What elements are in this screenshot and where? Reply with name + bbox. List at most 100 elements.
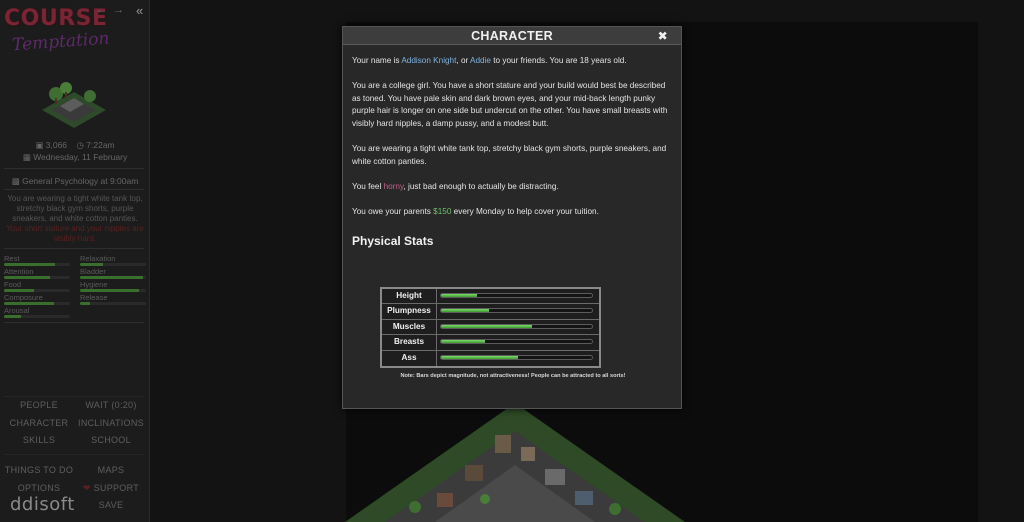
money-value: 3,066 [45, 140, 68, 150]
dialog-body: Your name is Addison Knight, or Addie to… [343, 45, 681, 247]
date-value: Wednesday, 11 February [33, 152, 128, 162]
meter-food: Food [4, 280, 70, 292]
next-class-readout: ▩ General Psychology at 9:00am [0, 176, 150, 187]
heart-icon: ❤ [82, 483, 91, 493]
forward-arrow-icon[interactable]: → [113, 4, 124, 16]
skills-button[interactable]: SKILLS [4, 435, 74, 445]
meter-track [80, 302, 146, 305]
intro-pre: Your name is [352, 56, 402, 65]
outfit-text: You are wearing a tight white tank top, … [7, 194, 143, 223]
meter-composure: Composure [4, 293, 70, 305]
close-icon[interactable]: ✖ [658, 27, 668, 45]
meter-rest: Rest [4, 254, 70, 266]
character-button[interactable]: CHARACTER [4, 418, 74, 428]
stat-bar-cell [437, 335, 599, 349]
menu-divider [4, 396, 144, 397]
save-button[interactable]: SAVE [76, 500, 146, 510]
money-icon: ▣ [35, 140, 44, 150]
stat-bar-track [440, 354, 593, 360]
stat-bar-fill [441, 309, 490, 313]
book-icon: ▩ [11, 176, 20, 186]
meter-attention: Attention [4, 267, 70, 279]
watermark-text: ddisoft [10, 494, 75, 515]
outfit-warning: Your short stature and your nipples are … [6, 224, 144, 243]
meter-fill [4, 276, 51, 279]
divider [4, 168, 144, 169]
outfit-summary: You are wearing a tight white tank top, … [6, 194, 144, 244]
stat-bar-fill [441, 294, 478, 297]
stat-bar-cell [437, 351, 599, 366]
feel-post: , just bad enough to actually be distrac… [403, 181, 559, 191]
back-arrow-icon[interactable]: ← [96, 4, 107, 16]
meter-track [4, 276, 70, 279]
meter-label: Composure [4, 293, 43, 302]
stat-bar-cell [437, 304, 599, 318]
date-readout: ▦ Wednesday, 11 February [0, 152, 150, 163]
stat-row-muscles: Muscles [382, 319, 599, 336]
description-paragraph: You are a college girl. You have a short… [352, 81, 668, 128]
support-button[interactable]: ❤ SUPPORT [76, 483, 146, 494]
stat-bar-track [440, 308, 593, 314]
stat-bar-cell [437, 320, 599, 334]
meter-label: Hygiene [80, 280, 108, 289]
stat-bar-fill [441, 324, 532, 328]
options-button[interactable]: OPTIONS [4, 483, 74, 493]
nickname-link[interactable]: Addie [470, 56, 491, 65]
maps-button[interactable]: MAPS [76, 465, 146, 475]
calendar-icon: ▦ [22, 152, 31, 162]
stat-label: Ass [382, 350, 437, 366]
meter-fill [4, 315, 21, 318]
meter-label: Release [80, 293, 108, 302]
physical-stats-heading: Physical Stats [352, 233, 434, 248]
dialog-title: CHARACTER [471, 29, 553, 43]
stat-bar-fill [441, 355, 518, 359]
meter-track [4, 263, 70, 266]
stat-row-height: Height [382, 289, 599, 305]
full-name-link[interactable]: Addison Knight [401, 56, 456, 65]
meter-hygiene: Hygiene [80, 280, 146, 292]
meter-fill [80, 289, 140, 292]
menu-divider [4, 454, 144, 455]
logo-sub-text: Temptation [11, 28, 111, 56]
intro-paragraph: Your name is Addison Knight, or Addie to… [352, 55, 672, 68]
wait-button[interactable]: WAIT (0:20) [76, 400, 146, 410]
stat-bar-track [440, 323, 593, 329]
meter-bladder: Bladder [80, 267, 146, 279]
dialog-header: CHARACTER ✖ [343, 27, 681, 45]
history-nav: ← → [96, 4, 130, 16]
physical-stats-table: Height Plumpness Muscles Breasts Ass [380, 287, 601, 368]
things-to-do-button[interactable]: THINGS TO DO [4, 465, 74, 475]
meter-track [80, 276, 146, 279]
owe-pre: You owe your parents [352, 207, 434, 217]
stat-label: Breasts [382, 335, 437, 350]
meter-fill [4, 302, 54, 305]
stats-note: Note: Bars depict magnitude, not attract… [400, 373, 626, 379]
mood-state: horny [383, 181, 404, 191]
meter-track [4, 289, 70, 292]
meter-label: Arousal [4, 306, 30, 315]
school-button[interactable]: SCHOOL [76, 435, 146, 445]
divider [4, 189, 144, 190]
people-button[interactable]: PEOPLE [4, 400, 74, 410]
meter-fill [4, 289, 34, 292]
meter-label: Rest [4, 254, 20, 263]
meter-fill [80, 263, 104, 266]
feel-paragraph: You feel horny, just bad enough to actua… [352, 181, 672, 194]
intro-mid: , or [456, 56, 471, 65]
meter-arousal: Arousal [4, 306, 70, 318]
intro-post: to your friends. You are 18 years old. [491, 56, 627, 65]
meter-track [80, 289, 146, 292]
meter-label: Relaxation [80, 254, 116, 263]
stat-label: Height [382, 289, 437, 304]
character-dialog: CHARACTER ✖ Your name is Addison Knight,… [342, 26, 682, 409]
stat-bar-track [440, 339, 593, 345]
inclinations-button[interactable]: INCLINATIONS [76, 418, 146, 428]
collapse-sidebar-icon[interactable]: « [136, 3, 143, 18]
meter-fill [80, 302, 90, 305]
stat-label: Plumpness [382, 304, 437, 319]
stat-bar-track [440, 293, 593, 298]
stat-row-breasts: Breasts [382, 335, 599, 351]
location-scene-image [42, 82, 106, 128]
city-map-image [345, 403, 685, 522]
sidebar: COURSE Temptation ← → « ▣ 3,066 ◷ 7:22am … [0, 0, 150, 522]
